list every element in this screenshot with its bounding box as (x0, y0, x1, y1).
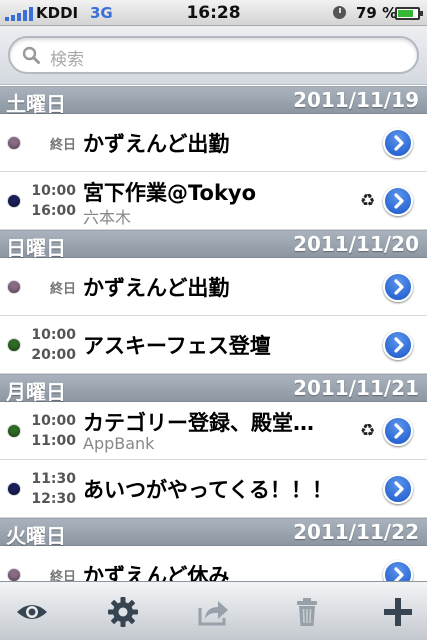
event-title: かずえんど出勤 (83, 276, 230, 300)
detail-disclosure-button[interactable] (383, 474, 413, 504)
recurring-icon: ♻ (360, 191, 376, 211)
gear-icon[interactable] (107, 596, 139, 628)
chevron-right-icon (394, 481, 404, 497)
event-start-time: 11:30 (31, 471, 76, 487)
orientation-lock-icon (333, 6, 346, 19)
day-name: 土曜日 (6, 92, 66, 116)
chevron-right-icon (394, 567, 404, 581)
calendar-color-dot (8, 483, 20, 495)
chevron-right-icon (394, 337, 404, 353)
detail-disclosure-button[interactable] (383, 416, 413, 446)
trash-icon[interactable] (291, 596, 323, 628)
day-name: 火曜日 (6, 524, 66, 548)
detail-disclosure-button[interactable] (383, 128, 413, 158)
calendar-color-dot (8, 569, 20, 581)
battery-percent: 79 % (356, 4, 398, 22)
detail-disclosure-button[interactable] (383, 330, 413, 360)
event-title: アスキーフェス登壇 (83, 334, 271, 358)
event-title: あいつがやってくる！！！ (83, 478, 333, 502)
day-section-header: 火曜日 2011/11/22 (0, 518, 427, 548)
status-bar: KDDI 3G 16:28 79 % (0, 0, 427, 26)
search-bar: 検索 (0, 26, 427, 85)
day-section-header: 日曜日 2011/11/20 (0, 230, 427, 260)
day-name: 月曜日 (6, 380, 66, 404)
share-icon[interactable] (197, 596, 229, 628)
search-icon (22, 46, 40, 64)
event-title: かずえんど出勤 (83, 132, 230, 156)
chevron-right-icon (394, 135, 404, 151)
detail-disclosure-button[interactable] (383, 186, 413, 216)
all-day-label: 終日 (49, 282, 76, 297)
event-row[interactable]: 10:00 11:00 カテゴリー登録、殿堂… AppBank ♻ (0, 402, 427, 460)
calendar-color-dot (8, 137, 20, 149)
chevron-right-icon (394, 423, 404, 439)
calendar-color-dot (8, 339, 20, 351)
all-day-label: 終日 (49, 570, 76, 581)
eye-icon[interactable] (16, 596, 48, 628)
event-title: かずえんど休み (83, 564, 230, 581)
detail-disclosure-button[interactable] (383, 560, 413, 581)
all-day-label: 終日 (49, 138, 76, 153)
bottom-toolbar (0, 581, 427, 640)
event-location: 六本木 (83, 208, 132, 227)
event-end-time: 12:30 (31, 491, 76, 507)
chevron-right-icon (394, 193, 404, 209)
event-row[interactable]: 11:30 12:30 あいつがやってくる！！！ (0, 460, 427, 518)
battery-icon (395, 7, 423, 20)
day-section-header: 土曜日 2011/11/19 (0, 86, 427, 116)
event-row[interactable]: 10:00 16:00 宮下作業@Tokyo 六本木 ♻ (0, 172, 427, 230)
search-placeholder: 検索 (50, 50, 84, 70)
event-location: AppBank (83, 434, 155, 453)
event-row[interactable]: 終日 かずえんど出勤 (0, 114, 427, 172)
day-date: 2011/11/21 (293, 376, 419, 400)
event-title: カテゴリー登録、殿堂… (83, 411, 314, 435)
calendar-color-dot (8, 195, 20, 207)
event-row[interactable]: 終日 かずえんど出勤 (0, 258, 427, 316)
recurring-icon: ♻ (360, 421, 376, 441)
event-end-time: 20:00 (31, 347, 76, 363)
detail-disclosure-button[interactable] (383, 272, 413, 302)
calendar-color-dot (8, 281, 20, 293)
search-input[interactable]: 検索 (8, 36, 419, 74)
chevron-right-icon (394, 279, 404, 295)
event-row[interactable]: 10:00 20:00 アスキーフェス登壇 (0, 316, 427, 374)
day-name: 日曜日 (6, 236, 66, 260)
day-section-header: 月曜日 2011/11/21 (0, 374, 427, 404)
event-list[interactable]: 土曜日 2011/11/19 終日 かずえんど出勤 10:00 16:00 宮下作業@Tok… (0, 86, 427, 581)
event-end-time: 16:00 (31, 203, 76, 219)
event-row[interactable]: 終日 かずえんど休み (0, 546, 427, 581)
calendar-color-dot (8, 425, 20, 437)
event-end-time: 11:00 (31, 433, 76, 449)
day-date: 2011/11/19 (293, 88, 419, 112)
plus-icon[interactable] (382, 596, 414, 628)
event-start-time: 10:00 (31, 327, 76, 343)
event-title: 宮下作業@Tokyo (83, 181, 257, 205)
day-date: 2011/11/20 (293, 232, 419, 256)
day-date: 2011/11/22 (293, 520, 419, 544)
event-start-time: 10:00 (31, 183, 76, 199)
event-start-time: 10:00 (31, 413, 76, 429)
